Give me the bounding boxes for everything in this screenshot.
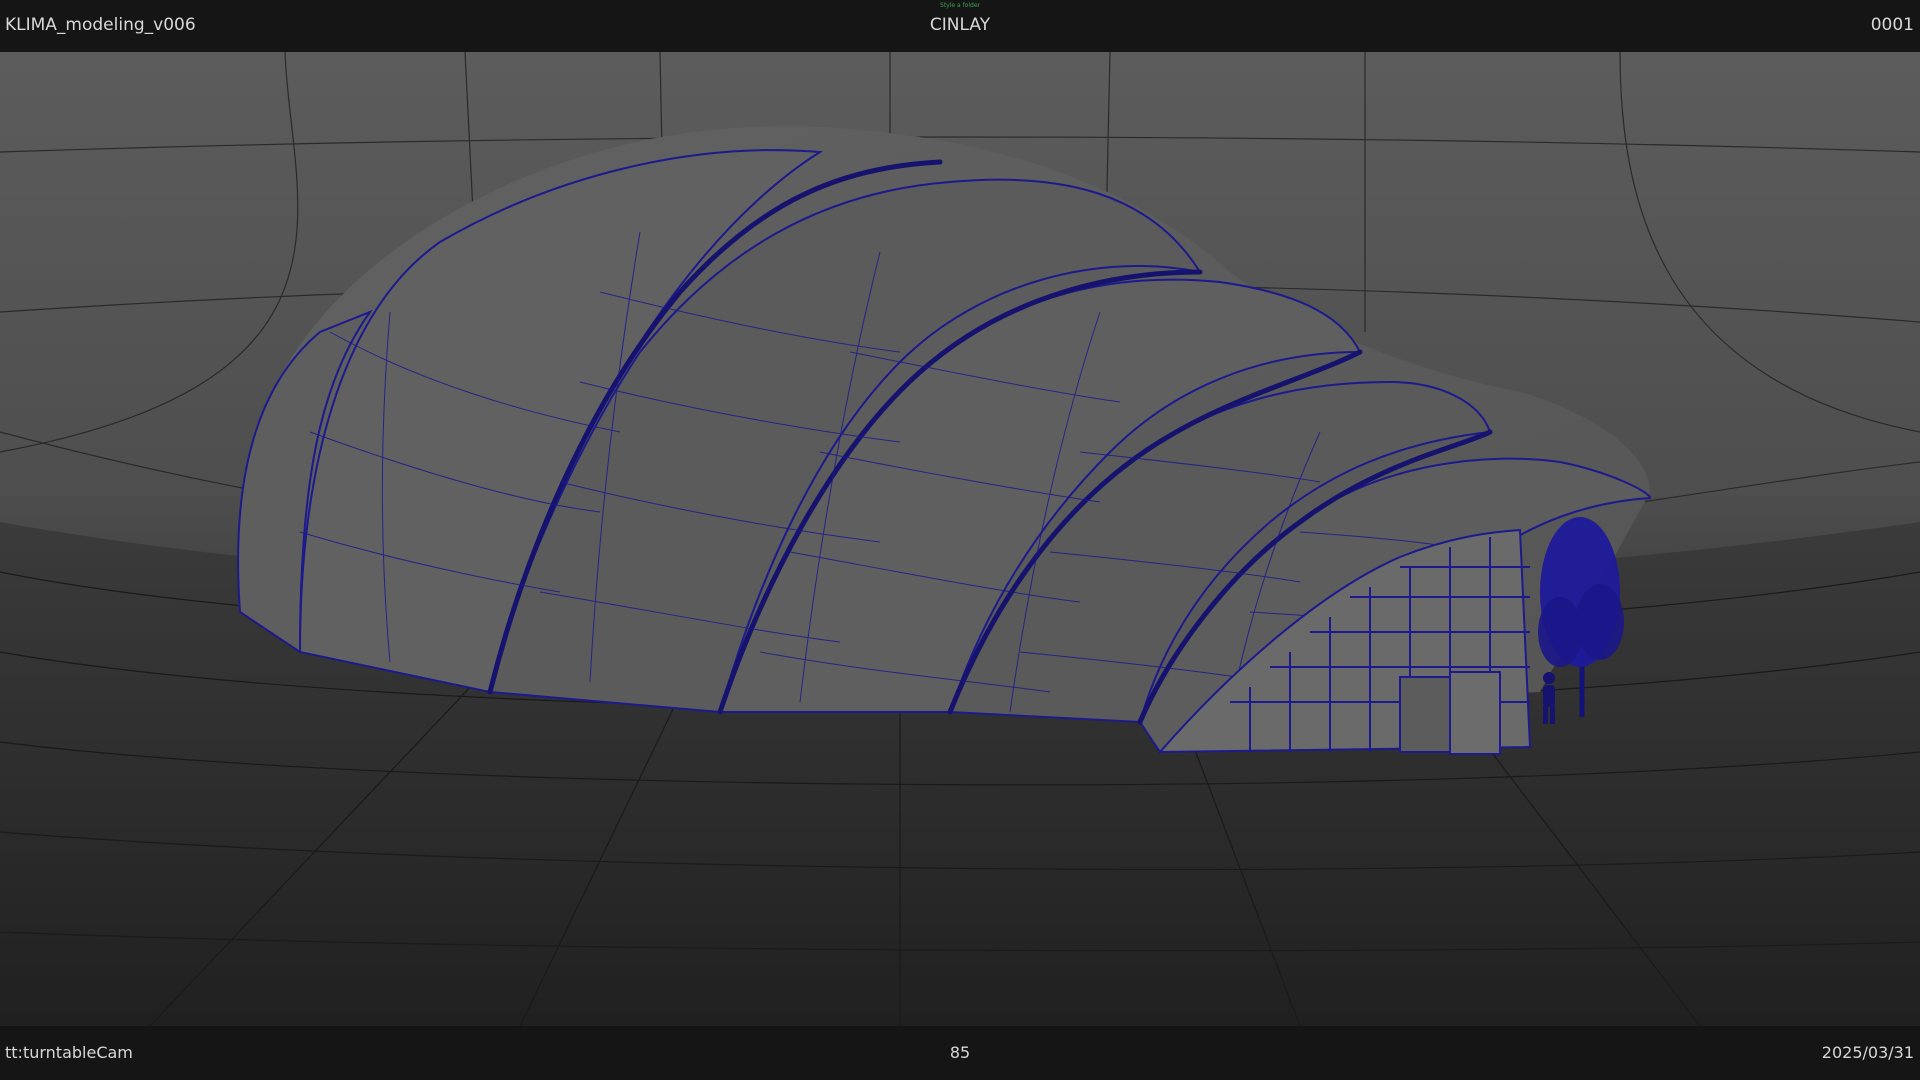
heads-up-note: Style a folder	[940, 2, 980, 9]
3d-viewport[interactable]	[0, 52, 1920, 1026]
frame-counter: 0001	[1870, 15, 1914, 35]
revolving-door	[1449, 671, 1501, 755]
top-hud-bar: KLIMA_modeling_v006 Style a folder CINLA…	[0, 0, 1920, 52]
viewport-frame: KLIMA_modeling_v006 Style a folder CINLA…	[0, 0, 1920, 1080]
focal-length: 85	[949, 1043, 971, 1062]
scene-name: KLIMA_modeling_v006	[5, 15, 196, 35]
date-label: 2025/03/31	[1821, 1043, 1914, 1062]
bottom-hud-bar: tt:turntableCam 85 2025/03/31	[0, 1026, 1920, 1080]
camera-name: tt:turntableCam	[5, 1043, 133, 1062]
studio-name: CINLAY	[929, 15, 991, 35]
